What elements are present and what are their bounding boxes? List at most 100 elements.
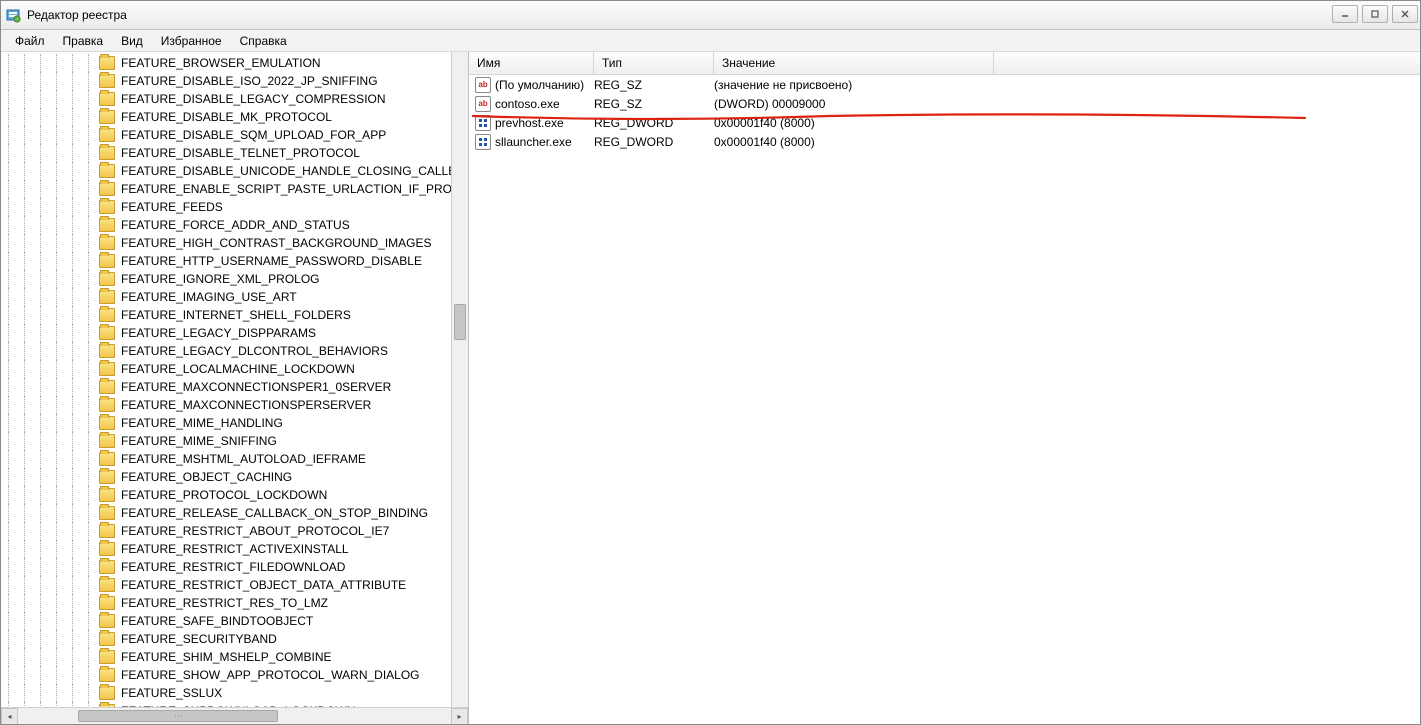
tree-item[interactable]: FEATURE_LEGACY_DLCONTROL_BEHAVIORS [1,342,468,360]
tree-item-label: FEATURE_SHIM_MSHELP_COMBINE [119,650,334,664]
tree-indent [1,126,97,144]
tree-item[interactable]: FEATURE_IGNORE_XML_PROLOG [1,270,468,288]
tree-vertical-scrollbar[interactable] [451,52,468,707]
value-row[interactable]: abcontoso.exeREG_SZ(DWORD) 00009000 [469,94,1420,113]
tree-scroll-area: FEATURE_BROWSER_EMULATION FEATURE_DISABLE… [1,52,468,707]
tree-indent [1,90,97,108]
dword-value-icon [475,134,491,150]
tree-item-label: FEATURE_LEGACY_DLCONTROL_BEHAVIORS [119,344,390,358]
tree-indent [1,252,97,270]
menu-favorites[interactable]: Избранное [153,32,230,50]
folder-icon [99,236,115,250]
close-button[interactable] [1392,5,1418,23]
column-header-name[interactable]: Имя [469,52,594,74]
tree-item[interactable]: FEATURE_RESTRICT_FILEDOWNLOAD [1,558,468,576]
folder-icon [99,614,115,628]
menu-help[interactable]: Справка [232,32,295,50]
value-type: REG_SZ [594,78,714,92]
tree-item[interactable]: FEATURE_DISABLE_ISO_2022_JP_SNIFFING [1,72,468,90]
tree-item[interactable]: FEATURE_SHOW_APP_PROTOCOL_WARN_DIALOG [1,666,468,684]
value-data: 0x00001f40 (8000) [714,116,1420,130]
value-row[interactable]: sllauncher.exeREG_DWORD0x00001f40 (8000) [469,132,1420,151]
tree-item[interactable]: FEATURE_MSHTML_AUTOLOAD_IEFRAME [1,450,468,468]
tree-indent [1,324,97,342]
tree-item[interactable]: FEATURE_LEGACY_DISPPARAMS [1,324,468,342]
tree-item-label: FEATURE_OBJECT_CACHING [119,470,294,484]
tree-item[interactable]: FEATURE_IMAGING_USE_ART [1,288,468,306]
tree-item[interactable]: FEATURE_DISABLE_MK_PROTOCOL [1,108,468,126]
tree-item[interactable]: FEATURE_HIGH_CONTRAST_BACKGROUND_IMAGES [1,234,468,252]
tree-item[interactable]: FEATURE_RESTRICT_ABOUT_PROTOCOL_IE7 [1,522,468,540]
menu-file[interactable]: Файл [7,32,53,50]
tree-item-label: FEATURE_INTERNET_SHELL_FOLDERS [119,308,353,322]
tree-indent [1,360,97,378]
folder-icon [99,506,115,520]
folder-icon [99,434,115,448]
tree-horizontal-scroll-track[interactable]: ⋯ [18,708,451,724]
tree-item-label: FEATURE_DISABLE_ISO_2022_JP_SNIFFING [119,74,380,88]
tree-item[interactable]: FEATURE_MIME_SNIFFING [1,432,468,450]
tree-item[interactable]: FEATURE_OBJECT_CACHING [1,468,468,486]
tree-item[interactable]: FEATURE_HTTP_USERNAME_PASSWORD_DISABLE [1,252,468,270]
tree-item-label: FEATURE_RESTRICT_ABOUT_PROTOCOL_IE7 [119,524,391,538]
tree-indent [1,396,97,414]
tree-item[interactable]: FEATURE_ENABLE_SCRIPT_PASTE_URLACTION_IF… [1,180,468,198]
tree-item[interactable]: FEATURE_SHIM_MSHELP_COMBINE [1,648,468,666]
tree-indent [1,216,97,234]
menu-view[interactable]: Вид [113,32,151,50]
value-row[interactable]: ab(По умолчанию)REG_SZ(значение не присв… [469,75,1420,94]
folder-icon [99,164,115,178]
dword-value-icon [475,115,491,131]
tree-item[interactable]: FEATURE_FORCE_ADDR_AND_STATUS [1,216,468,234]
tree-horizontal-scrollbar[interactable]: ◂ ⋯ ▸ [1,707,468,724]
tree-item-label: FEATURE_MSHTML_AUTOLOAD_IEFRAME [119,452,368,466]
tree-item[interactable]: FEATURE_RESTRICT_OBJECT_DATA_ATTRIBUTE [1,576,468,594]
tree-vertical-scroll-thumb[interactable] [454,304,466,340]
content-area: FEATURE_BROWSER_EMULATION FEATURE_DISABLE… [1,52,1420,724]
folder-icon [99,488,115,502]
tree-item[interactable]: FEATURE_PROTOCOL_LOCKDOWN [1,486,468,504]
tree-item[interactable]: FEATURE_LOCALMACHINE_LOCKDOWN [1,360,468,378]
tree-indent [1,504,97,522]
tree-item-label: FEATURE_SAFE_BINDTOOBJECT [119,614,315,628]
tree-item[interactable]: FEATURE_INTERNET_SHELL_FOLDERS [1,306,468,324]
tree-horizontal-scroll-thumb[interactable]: ⋯ [78,710,278,722]
tree-item[interactable]: FEATURE_MIME_HANDLING [1,414,468,432]
tree-item[interactable]: FEATURE_SSLUX [1,684,468,702]
folder-icon [99,542,115,556]
tree-item[interactable]: FEATURE_MAXCONNECTIONSPER1_0SERVER [1,378,468,396]
tree-item[interactable]: FEATURE_DISABLE_SQM_UPLOAD_FOR_APP [1,126,468,144]
folder-icon [99,524,115,538]
tree-item[interactable]: FEATURE_SECURITYBAND [1,630,468,648]
tree-item[interactable]: FEATURE_RELEASE_CALLBACK_ON_STOP_BINDING [1,504,468,522]
tree-item-label: FEATURE_HTTP_USERNAME_PASSWORD_DISABLE [119,254,424,268]
registry-tree[interactable]: FEATURE_BROWSER_EMULATION FEATURE_DISABLE… [1,52,468,707]
tree-item[interactable]: FEATURE_SAFE_BINDTOOBJECT [1,612,468,630]
tree-item[interactable]: FEATURE_MAXCONNECTIONSPERSERVER [1,396,468,414]
menu-edit[interactable]: Правка [55,32,112,50]
tree-item-label: FEATURE_MIME_HANDLING [119,416,285,430]
tree-item[interactable]: FEATURE_BROWSER_EMULATION [1,54,468,72]
tree-item[interactable]: FEATURE_FEEDS [1,198,468,216]
folder-icon [99,110,115,124]
folder-icon [99,308,115,322]
scroll-right-button[interactable]: ▸ [451,708,468,724]
tree-item-label: FEATURE_SSLUX [119,686,224,700]
minimize-button[interactable] [1332,5,1358,23]
values-list[interactable]: ab(По умолчанию)REG_SZ(значение не присв… [469,75,1420,724]
column-header-value[interactable]: Значение [714,52,994,74]
maximize-button[interactable] [1362,5,1388,23]
tree-item[interactable]: FEATURE_DISABLE_LEGACY_COMPRESSION [1,90,468,108]
tree-item-label: FEATURE_BROWSER_EMULATION [119,56,323,70]
value-name: contoso.exe [495,97,594,111]
tree-item[interactable]: FEATURE_RESTRICT_ACTIVEXINSTALL [1,540,468,558]
value-row[interactable]: prevhost.exeREG_DWORD0x00001f40 (8000) [469,113,1420,132]
folder-icon [99,218,115,232]
tree-item[interactable]: FEATURE_DISABLE_TELNET_PROTOCOL [1,144,468,162]
folder-icon [99,452,115,466]
column-header-type[interactable]: Тип [594,52,714,74]
tree-item[interactable]: FEATURE_RESTRICT_RES_TO_LMZ [1,594,468,612]
tree-item[interactable]: FEATURE_DISABLE_UNICODE_HANDLE_CLOSING_C… [1,162,468,180]
scroll-left-button[interactable]: ◂ [1,708,18,724]
values-pane: Имя Тип Значение ab(По умолчанию)REG_SZ(… [469,52,1420,724]
